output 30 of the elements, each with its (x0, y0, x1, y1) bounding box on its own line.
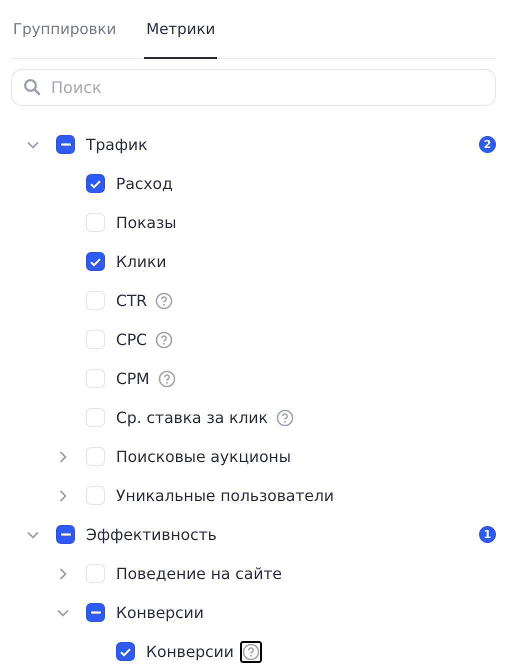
item-label: Эффективность (86, 526, 217, 544)
item-label: Клики (116, 252, 166, 270)
item-label: Расход (116, 174, 173, 192)
search-field[interactable]: Поиск (11, 69, 496, 106)
checkbox[interactable] (86, 252, 105, 271)
checkbox[interactable] (56, 525, 75, 544)
count-badge: 1 (479, 526, 496, 543)
count-badge: 2 (479, 136, 496, 153)
checkbox[interactable] (116, 642, 135, 661)
checkbox[interactable] (56, 135, 75, 154)
item-label: Ср. ставка за клик (116, 408, 268, 426)
item-label: Поисковые аукционы (116, 448, 291, 466)
item-label: Показы (116, 214, 176, 232)
check-icon (90, 256, 102, 266)
item-label: Поведение на сайте (116, 564, 282, 582)
item-label: CPM (116, 370, 150, 388)
search-icon (23, 78, 41, 96)
item-label: Уникальные пользователи (116, 486, 334, 504)
checkbox[interactable] (86, 603, 105, 622)
tab[interactable]: Группировки (11, 0, 118, 59)
checkbox[interactable] (86, 174, 105, 193)
item-label: Трафик (86, 136, 148, 154)
item-label: Конверсии (116, 604, 204, 622)
check-icon (120, 646, 132, 656)
check-icon (90, 178, 102, 188)
item-label: CTR (116, 292, 148, 310)
item-label: Конверсии (146, 642, 234, 660)
tab[interactable]: Метрики (144, 0, 218, 59)
help-icon[interactable] (240, 640, 262, 662)
item-label: CPC (116, 330, 147, 348)
